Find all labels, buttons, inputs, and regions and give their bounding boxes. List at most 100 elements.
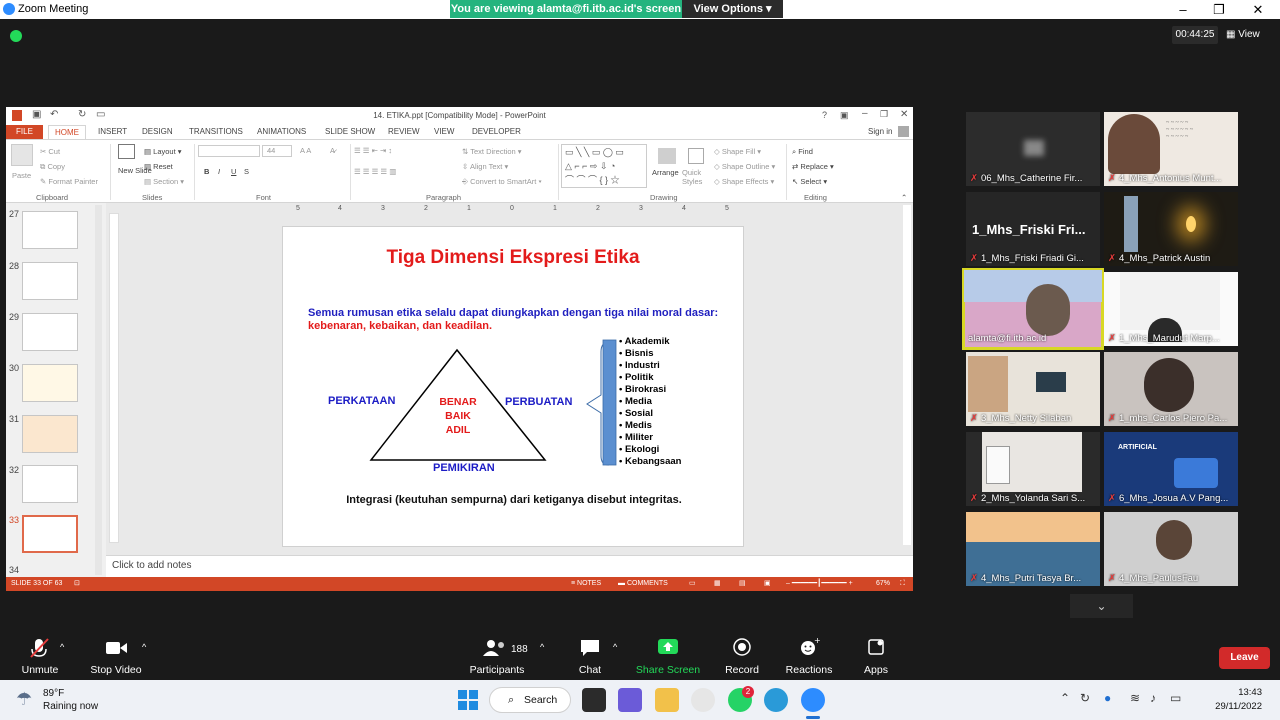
video-options-chevron-up-icon[interactable]: ^	[142, 642, 146, 652]
edge-icon[interactable]	[764, 688, 788, 712]
wifi-icon[interactable]: ≋	[1130, 691, 1140, 705]
collapse-ribbon-icon[interactable]: ⌃	[901, 193, 907, 202]
replace-button[interactable]: ⇄ Replace ▾	[792, 162, 834, 171]
close-icon[interactable]: ✕	[1240, 0, 1276, 19]
slide-thumbnail[interactable]	[22, 415, 78, 453]
ppt-minimize-icon[interactable]: –	[862, 108, 868, 119]
spell-check-icon[interactable]: ⊡	[74, 577, 80, 591]
tab-view[interactable]: VIEW	[434, 127, 454, 136]
video-tile[interactable]: 1_Mhs_Friski Fri... ✗ 1_Mhs_Friski Friadi…	[966, 192, 1100, 266]
leave-button[interactable]: Leave	[1219, 647, 1270, 669]
notes-button[interactable]: ≡ NOTES	[571, 577, 601, 591]
tab-developer[interactable]: DEVELOPER	[472, 127, 521, 136]
taskbar-search[interactable]: ⌕ Search	[489, 687, 571, 713]
clear-formatting-icon[interactable]: A̷	[330, 146, 335, 155]
format-painter-button[interactable]: ✎ Format Painter	[40, 177, 98, 186]
volume-icon[interactable]: ♪	[1150, 691, 1156, 705]
task-view-icon[interactable]	[582, 688, 606, 712]
font-size-select[interactable]: 44	[262, 145, 292, 157]
cut-button[interactable]: ✂ Cut	[40, 147, 60, 156]
grow-font-icon[interactable]: A A	[300, 146, 311, 155]
bold-button[interactable]: B	[204, 167, 209, 176]
shape-fill-button[interactable]: ◇ Shape Fill ▾	[714, 147, 761, 156]
video-tile-active-speaker[interactable]: alamta@fi.itb.ac.id	[962, 268, 1104, 350]
fit-to-window-icon[interactable]: ⛶	[900, 577, 905, 591]
select-button[interactable]: ↖ Select ▾	[792, 177, 827, 186]
current-slide[interactable]: Tiga Dimensi Ekspresi Etika Semua rumusa…	[282, 226, 744, 547]
slide-thumbnail[interactable]	[22, 313, 78, 351]
shadow-button[interactable]: S	[244, 167, 249, 176]
workspace-scrollbar[interactable]	[903, 205, 911, 545]
unmute-button[interactable]: Unmute	[0, 625, 80, 680]
align-text-button[interactable]: ⇳ Align Text ▾	[462, 162, 508, 171]
help-icon[interactable]: ?	[822, 110, 827, 120]
slide-sorter-icon[interactable]: ▦	[714, 577, 721, 591]
bullets-icon[interactable]: ☰ ☰ ⇤ ⇥ ↕	[354, 146, 392, 155]
participants-button[interactable]: 188 Participants	[457, 625, 537, 680]
weather-description[interactable]: Raining now	[43, 701, 98, 712]
section-button[interactable]: ▤ Section ▾	[144, 177, 184, 186]
tray-chevron-up-icon[interactable]: ⌃	[1060, 691, 1070, 705]
clock-date[interactable]: 29/11/2022	[1208, 701, 1262, 712]
video-tile[interactable]: ✗ 06_Mhs_Catherine Fir...	[966, 112, 1100, 186]
underline-button[interactable]: U	[231, 167, 236, 176]
video-tile[interactable]: ✗ 2_Mhs_Yolanda Sari S...	[966, 432, 1100, 506]
video-tile[interactable]: ✗ 1_Mhs_Marudut Marp...	[1104, 272, 1238, 346]
video-tile[interactable]: ✗ 3_Mhs_Netty Silaban	[966, 352, 1100, 426]
italic-button[interactable]: I	[218, 167, 220, 176]
chat-button[interactable]: Chat	[550, 625, 630, 680]
video-tile[interactable]: ✗ 4_Mhs_PaulusFau	[1104, 512, 1238, 586]
start-windows-icon[interactable]	[458, 690, 478, 710]
paste-icon[interactable]	[11, 144, 33, 166]
ribbon-display-icon[interactable]: ▣	[840, 110, 849, 121]
slide-thumbnail[interactable]	[22, 465, 78, 503]
paste-label[interactable]: Paste	[12, 171, 31, 180]
quick-styles-icon[interactable]	[688, 148, 704, 164]
font-name-select[interactable]	[198, 145, 260, 157]
copy-button[interactable]: ⧉ Copy	[40, 162, 65, 172]
video-tile[interactable]: ✗ 1_mhs_Carlos Piero Pa...	[1104, 352, 1238, 426]
chat-options-chevron-up-icon[interactable]: ^	[613, 642, 617, 652]
battery-icon[interactable]: ▭	[1170, 691, 1181, 705]
apps-button[interactable]: Apps	[836, 625, 916, 680]
layout-button[interactable]: ▤ Layout ▾	[144, 147, 182, 156]
minimize-icon[interactable]: –	[1165, 0, 1201, 19]
video-tile[interactable]: ✗ 4_Mhs_Patrick Austin	[1104, 192, 1238, 266]
sign-in-link[interactable]: Sign in	[868, 127, 892, 136]
account-avatar-icon[interactable]	[898, 126, 909, 137]
slide-thumbnail-selected[interactable]	[22, 515, 78, 553]
ppt-restore-icon[interactable]: ❐	[880, 109, 888, 120]
tab-animations[interactable]: ANIMATIONS	[257, 127, 306, 136]
quick-styles-label[interactable]: Quick Styles	[682, 168, 712, 186]
thumbnail-scrollbar[interactable]	[95, 205, 102, 575]
slide-thumbnail[interactable]	[22, 211, 78, 249]
zoom-level[interactable]: 67%	[876, 577, 890, 591]
arrange-icon[interactable]	[658, 148, 676, 164]
shape-outline-button[interactable]: ◇ Shape Outline ▾	[714, 162, 775, 171]
arrange-label[interactable]: Arrange	[652, 168, 679, 177]
onedrive-sync-icon[interactable]: ↻	[1080, 691, 1090, 705]
tab-file[interactable]: FILE	[6, 125, 43, 139]
view-button[interactable]: ▦ View	[1226, 26, 1272, 44]
maximize-icon[interactable]: ❐	[1201, 0, 1237, 19]
slide-thumbnail[interactable]	[22, 262, 78, 300]
zoom-slider[interactable]: – ━━━━━━┃━━━━━━ +	[786, 577, 853, 591]
tab-home[interactable]: HOME	[48, 125, 86, 139]
reading-view-icon[interactable]: ▤	[739, 577, 746, 591]
security-shield-icon[interactable]	[10, 30, 22, 42]
comments-button[interactable]: ▬ COMMENTS	[618, 577, 668, 591]
normal-view-icon[interactable]: ▭	[689, 577, 696, 591]
tab-transitions[interactable]: TRANSITIONS	[189, 127, 243, 136]
tab-insert[interactable]: INSERT	[98, 127, 127, 136]
align-icons[interactable]: ☰ ☰ ☰ ☰ ▥	[354, 167, 396, 176]
gallery-next-page-chevron-down-icon[interactable]: ⌄	[1070, 594, 1133, 618]
weather-rain-icon[interactable]: ☂	[16, 689, 32, 710]
zoom-taskbar-icon[interactable]	[801, 688, 825, 712]
ppt-close-icon[interactable]: ✕	[900, 109, 908, 120]
find-button[interactable]: ⌕ Find	[792, 147, 813, 157]
video-tile[interactable]: ARTIFICIAL ✗ 6_Mhs_Josua A.V Pang...	[1104, 432, 1238, 506]
slide-thumbnail[interactable]	[22, 364, 78, 402]
participants-options-chevron-up-icon[interactable]: ^	[540, 642, 544, 652]
text-direction-button[interactable]: ⇅ Text Direction ▾	[462, 147, 522, 156]
stop-video-button[interactable]: Stop Video	[76, 625, 156, 680]
